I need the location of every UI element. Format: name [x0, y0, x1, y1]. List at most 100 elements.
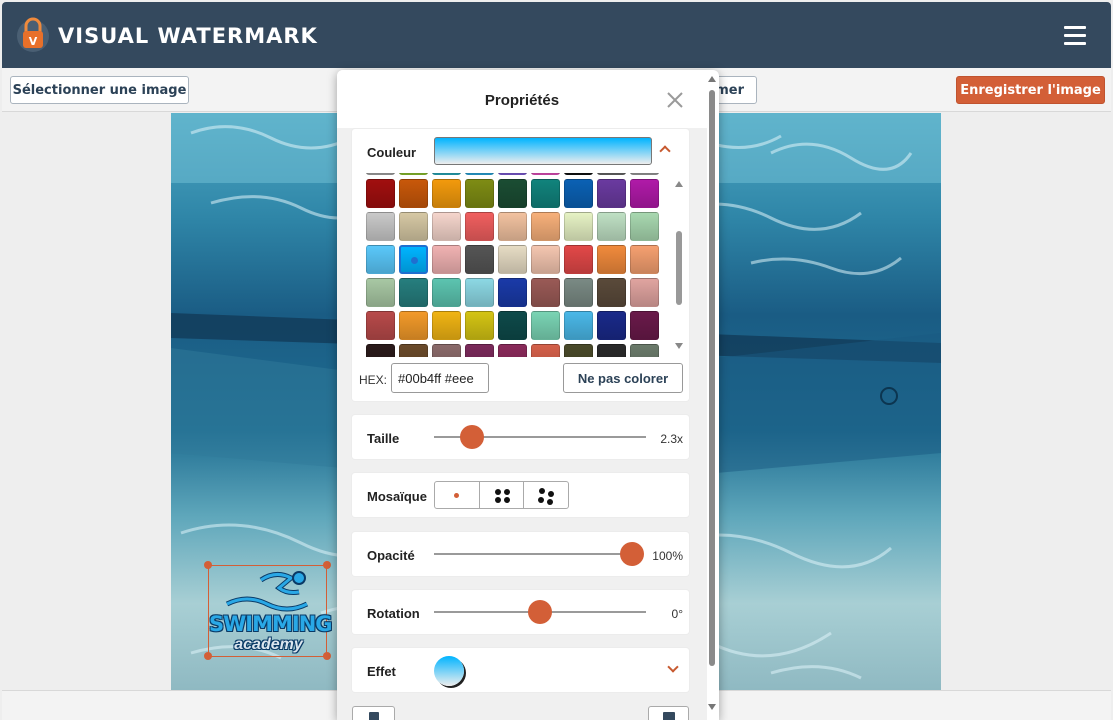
opacity-slider-track[interactable] — [434, 553, 632, 555]
color-swatch[interactable] — [597, 311, 626, 340]
color-swatch[interactable] — [630, 278, 659, 307]
color-swatch[interactable] — [564, 212, 593, 241]
chevron-down-icon[interactable] — [667, 661, 679, 673]
color-swatch[interactable] — [630, 245, 659, 274]
select-image-button[interactable]: Sélectionner une image — [10, 76, 189, 104]
color-swatch[interactable] — [465, 344, 494, 357]
effect-preview[interactable] — [434, 656, 464, 686]
color-swatch[interactable] — [366, 173, 395, 175]
mosaic-grid-option[interactable] — [480, 482, 525, 508]
resize-handle-bottom-left[interactable] — [204, 652, 212, 660]
color-swatch[interactable] — [531, 311, 560, 340]
color-swatch[interactable] — [498, 344, 527, 357]
scroll-up-arrow-icon[interactable] — [675, 181, 683, 187]
color-swatch[interactable] — [498, 311, 527, 340]
delete-button[interactable] — [648, 706, 689, 720]
hex-input[interactable] — [391, 363, 489, 393]
chevron-up-icon[interactable] — [659, 145, 671, 157]
size-label: Taille — [367, 431, 400, 446]
color-swatch[interactable] — [564, 173, 593, 175]
color-swatch[interactable] — [597, 179, 626, 208]
no-color-button[interactable]: Ne pas colorer — [563, 363, 683, 393]
color-swatch[interactable] — [498, 278, 527, 307]
color-swatch[interactable] — [597, 278, 626, 307]
color-swatch[interactable] — [531, 344, 560, 357]
color-swatch[interactable] — [399, 179, 428, 208]
color-preview[interactable] — [434, 137, 652, 165]
color-swatch[interactable] — [498, 179, 527, 208]
hex-label: HEX: — [359, 373, 388, 387]
palette-scroll-thumb[interactable] — [676, 231, 682, 305]
color-swatch[interactable] — [432, 245, 461, 274]
color-swatch[interactable] — [399, 245, 428, 274]
duplicate-button[interactable] — [352, 706, 395, 720]
scroll-down-arrow-icon[interactable] — [708, 704, 716, 710]
color-swatch[interactable] — [432, 173, 461, 175]
size-slider-knob[interactable] — [460, 425, 485, 449]
color-swatch[interactable] — [531, 278, 560, 307]
color-swatch[interactable] — [531, 179, 560, 208]
color-swatch[interactable] — [597, 245, 626, 274]
save-image-button[interactable]: Enregistrer l'image — [956, 76, 1105, 104]
color-swatch[interactable] — [432, 212, 461, 241]
color-swatch[interactable] — [630, 212, 659, 241]
color-swatch[interactable] — [465, 311, 494, 340]
color-swatch[interactable] — [366, 344, 395, 357]
rotation-slider-knob[interactable] — [528, 600, 552, 624]
color-swatch[interactable] — [597, 344, 626, 357]
color-swatch[interactable] — [531, 245, 560, 274]
color-swatch[interactable] — [531, 212, 560, 241]
resize-handle-top-right[interactable] — [323, 561, 331, 569]
color-swatch[interactable] — [399, 173, 428, 175]
panel-scrollbar[interactable] — [705, 70, 719, 720]
color-swatch[interactable] — [465, 245, 494, 274]
close-icon[interactable] — [665, 90, 685, 110]
color-swatch[interactable] — [432, 311, 461, 340]
color-swatch[interactable] — [564, 344, 593, 357]
color-swatch[interactable] — [465, 179, 494, 208]
color-swatch[interactable] — [366, 278, 395, 307]
brand-title[interactable]: VISUAL WATERMARK — [58, 24, 318, 48]
resize-handle-top-left[interactable] — [204, 561, 212, 569]
panel-scroll-thumb[interactable] — [709, 90, 715, 666]
color-swatch[interactable] — [399, 311, 428, 340]
color-swatch[interactable] — [564, 245, 593, 274]
color-swatch[interactable] — [366, 212, 395, 241]
color-swatch[interactable] — [630, 179, 659, 208]
mosaic-single-option[interactable] — [435, 482, 480, 508]
hamburger-menu-icon[interactable] — [1064, 26, 1086, 46]
color-swatch[interactable] — [597, 212, 626, 241]
color-swatch[interactable] — [564, 311, 593, 340]
color-swatch[interactable] — [597, 173, 626, 175]
color-swatch[interactable] — [366, 245, 395, 274]
mosaic-diagonal-option[interactable] — [524, 482, 568, 508]
color-swatch[interactable] — [399, 278, 428, 307]
color-swatch[interactable] — [630, 311, 659, 340]
color-swatch[interactable] — [366, 311, 395, 340]
color-swatch[interactable] — [630, 173, 659, 175]
color-swatch[interactable] — [498, 245, 527, 274]
opacity-slider-knob[interactable] — [620, 542, 644, 566]
color-swatch[interactable] — [630, 344, 659, 357]
color-swatch[interactable] — [498, 212, 527, 241]
color-swatch[interactable] — [432, 179, 461, 208]
padlock-logo-icon[interactable]: V — [16, 16, 50, 52]
color-swatch[interactable] — [399, 344, 428, 357]
color-swatch[interactable] — [432, 278, 461, 307]
scroll-up-arrow-icon[interactable] — [708, 76, 716, 82]
watermark-overlay[interactable]: SWIMMING academy — [204, 561, 333, 660]
scroll-down-arrow-icon[interactable] — [675, 343, 683, 349]
color-swatch[interactable] — [465, 173, 494, 175]
color-swatch[interactable] — [366, 179, 395, 208]
color-swatch[interactable] — [531, 173, 560, 175]
palette-scrollbar[interactable] — [674, 175, 684, 351]
resize-handle-bottom-right[interactable] — [323, 652, 331, 660]
duplicate-icon — [369, 712, 379, 720]
color-swatch[interactable] — [498, 173, 527, 175]
color-swatch[interactable] — [399, 212, 428, 241]
color-swatch[interactable] — [465, 212, 494, 241]
color-swatch[interactable] — [564, 179, 593, 208]
color-swatch[interactable] — [432, 344, 461, 357]
color-swatch[interactable] — [564, 278, 593, 307]
color-swatch[interactable] — [465, 278, 494, 307]
